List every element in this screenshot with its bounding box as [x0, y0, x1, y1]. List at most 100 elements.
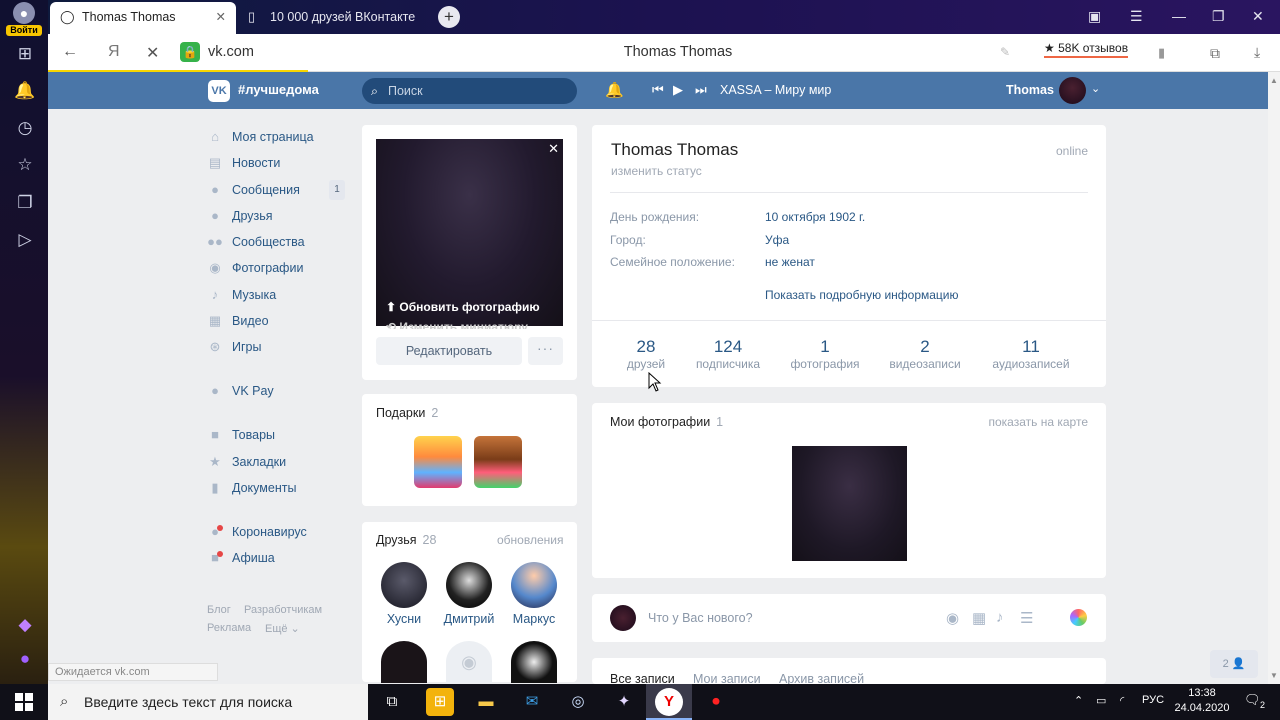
chevron-down-icon[interactable]: ⌄ — [1091, 82, 1100, 95]
counter-followers[interactable]: 124 подписчика — [673, 337, 783, 371]
sidebar-item-communities[interactable]: ●● Сообщества — [207, 232, 304, 252]
mail-icon[interactable]: ✉ — [518, 688, 546, 716]
update-thumbnail-link[interactable]: ⟲ Изменить миниатюру — [386, 320, 528, 329]
bell-icon[interactable]: 🔔 — [605, 81, 624, 99]
language-indicator[interactable]: РУС — [1142, 694, 1164, 706]
scroll-up-icon[interactable]: ▲ — [1270, 76, 1278, 85]
translate-icon[interactable]: ⧉ — [1210, 45, 1220, 62]
sidebar-item-vkpay[interactable]: ● VK Pay — [207, 381, 274, 401]
stop-loading-icon[interactable]: ✕ — [146, 43, 159, 63]
battery-icon[interactable]: ▭ — [1096, 694, 1106, 707]
compose-input[interactable]: Что у Вас нового? — [648, 611, 753, 625]
friend-item[interactable]: Маркус — [503, 562, 565, 626]
avatar[interactable] — [511, 641, 557, 683]
update-photo-link[interactable]: ⬆ Обновить фотографию — [386, 300, 540, 314]
color-picker-icon[interactable] — [1070, 609, 1087, 626]
menu-icon[interactable]: ☰ — [1130, 8, 1143, 25]
camera-icon[interactable]: ◉ — [946, 609, 959, 627]
now-playing[interactable]: XASSA – Миру мир — [720, 83, 831, 97]
scrollbar[interactable]: ▲ ▼ — [1268, 72, 1280, 684]
collections-icon[interactable]: ❐ — [14, 192, 36, 214]
sidebar-item-news[interactable]: ▤ Новости — [207, 153, 281, 173]
close-tab-icon[interactable]: ✕ — [216, 2, 226, 32]
yandex-browser-icon[interactable]: Y — [655, 688, 683, 716]
steam-icon[interactable]: ◎ — [564, 688, 592, 716]
play-icon[interactable]: ▶ — [673, 82, 683, 98]
history-clock-icon[interactable]: ◷ — [14, 117, 36, 139]
music-icon[interactable]: ♪ — [996, 609, 1004, 626]
windows-start-icon[interactable] — [14, 692, 34, 712]
back-arrow-icon[interactable]: ← — [62, 43, 78, 61]
new-tab-button[interactable]: + — [438, 6, 460, 28]
footer-link-blog[interactable]: Блог — [207, 604, 231, 616]
user-name[interactable]: Thomas — [1006, 83, 1054, 97]
footer-link-ads[interactable]: Реклама — [207, 622, 251, 634]
reviews-badge[interactable]: ★ 58K отзывов — [1044, 41, 1129, 58]
article-icon[interactable]: ☰ — [1020, 609, 1033, 627]
sidebar-item-afisha[interactable]: ■ Афиша — [207, 548, 275, 568]
show-on-map-link[interactable]: показать на карте — [960, 415, 1089, 429]
counter-photos[interactable]: 1 фотография — [770, 337, 880, 371]
friend-item[interactable]: Хусни — [373, 562, 435, 626]
photos-title[interactable]: Мои фотографии 1 — [610, 415, 723, 429]
notifications-bell-icon[interactable]: 🔔 — [14, 80, 36, 102]
login-button[interactable]: ● Войти — [6, 2, 42, 36]
sidebar-item-coronavirus[interactable]: ● Коронавирус — [207, 522, 307, 542]
video-icon[interactable]: ▦ — [972, 609, 986, 627]
store-icon[interactable]: ⊞ — [426, 688, 454, 716]
tabs-menu-icon[interactable]: ▣ — [1088, 8, 1101, 25]
more-actions-button[interactable]: ··· — [528, 337, 563, 365]
edit-icon[interactable]: ✎ — [1000, 45, 1010, 59]
online-friends-button[interactable]: 2 👤 — [1210, 650, 1258, 678]
system-clock[interactable]: 13:38 24.04.2020 — [1172, 686, 1232, 716]
sidebar-item-photos[interactable]: ◉ Фотографии — [207, 258, 303, 278]
sidebar-item-video[interactable]: ▦ Видео — [207, 311, 269, 331]
sidebar-item-documents[interactable]: ▮ Документы — [207, 478, 296, 498]
show-details-link[interactable]: Показать подробную информацию — [765, 288, 959, 302]
restore-icon[interactable]: ❐ — [1212, 8, 1225, 25]
notifications-icon[interactable]: 🗨 — [1244, 692, 1261, 708]
bookmark-icon[interactable]: ▮ — [1158, 45, 1165, 61]
tab-vk-friends[interactable]: ▯ 10 000 друзей ВКонтакте — [238, 2, 438, 34]
scroll-down-icon[interactable]: ▼ — [1270, 671, 1278, 680]
search-input[interactable]: ⌕ Поиск — [362, 78, 577, 104]
wifi-icon[interactable]: ◜ — [1120, 694, 1124, 707]
close-icon[interactable]: ✕ — [548, 141, 559, 157]
birthday-value[interactable]: 10 октября 1902 г. — [765, 210, 865, 224]
change-status-link[interactable]: изменить статус — [611, 164, 702, 178]
profile-photo[interactable]: ✕ ⬆ Обновить фотографию ⟲ Изменить миниа… — [376, 139, 563, 329]
gift-image[interactable] — [474, 436, 522, 488]
tab-thomas[interactable]: ◯ Thomas Thomas ✕ — [50, 2, 236, 34]
city-value[interactable]: Уфа — [765, 233, 789, 247]
taskbar-search-input[interactable]: ⌕ Введите здесь текст для поиска — [48, 684, 368, 720]
sidebar-item-games[interactable]: ⊛ Игры — [207, 337, 262, 357]
apps-grid-icon[interactable]: ⊞ — [14, 43, 36, 65]
task-view-icon[interactable]: ⧉ — [378, 688, 406, 716]
minimize-icon[interactable]: — — [1172, 8, 1186, 24]
sidebar-item-friends[interactable]: ● Друзья — [207, 206, 272, 226]
lock-icon[interactable]: 🔒 — [180, 42, 200, 62]
download-icon[interactable]: ⤓ — [1254, 44, 1260, 61]
gift-image[interactable] — [414, 436, 462, 488]
photo-thumbnail[interactable] — [792, 446, 907, 561]
avatar[interactable] — [381, 641, 427, 683]
tray-chevron-icon[interactable]: ⌃ — [1074, 694, 1083, 707]
edit-profile-button[interactable]: Редактировать — [376, 337, 522, 365]
footer-link-more[interactable]: Ещё ⌄ — [265, 622, 300, 635]
record-icon[interactable]: ⏺ — [702, 688, 730, 716]
sidebar-item-music[interactable]: ♪ Музыка — [207, 285, 276, 305]
url-host[interactable]: vk.com — [208, 44, 254, 60]
alice-voice-icon[interactable]: ● — [14, 648, 36, 670]
sidebar-item-goods[interactable]: ■ Товары — [207, 425, 275, 445]
favorites-star-icon[interactable]: ☆ — [14, 154, 36, 176]
avatar[interactable] — [1059, 77, 1086, 104]
friends-updates-link[interactable]: обновления — [497, 533, 563, 547]
yandex-icon[interactable]: Я — [108, 43, 120, 61]
next-track-icon[interactable]: ⏭ — [695, 82, 707, 98]
close-window-icon[interactable]: ✕ — [1252, 8, 1264, 25]
counter-videos[interactable]: 2 видеозаписи — [870, 337, 980, 371]
sidebar-item-bookmarks[interactable]: ★ Закладки — [207, 452, 286, 472]
gifts-title[interactable]: Подарки 2 — [376, 406, 438, 420]
video-play-icon[interactable]: ▷ — [14, 229, 36, 251]
sidebar-item-messages[interactable]: ● Сообщения 1 — [207, 180, 345, 200]
